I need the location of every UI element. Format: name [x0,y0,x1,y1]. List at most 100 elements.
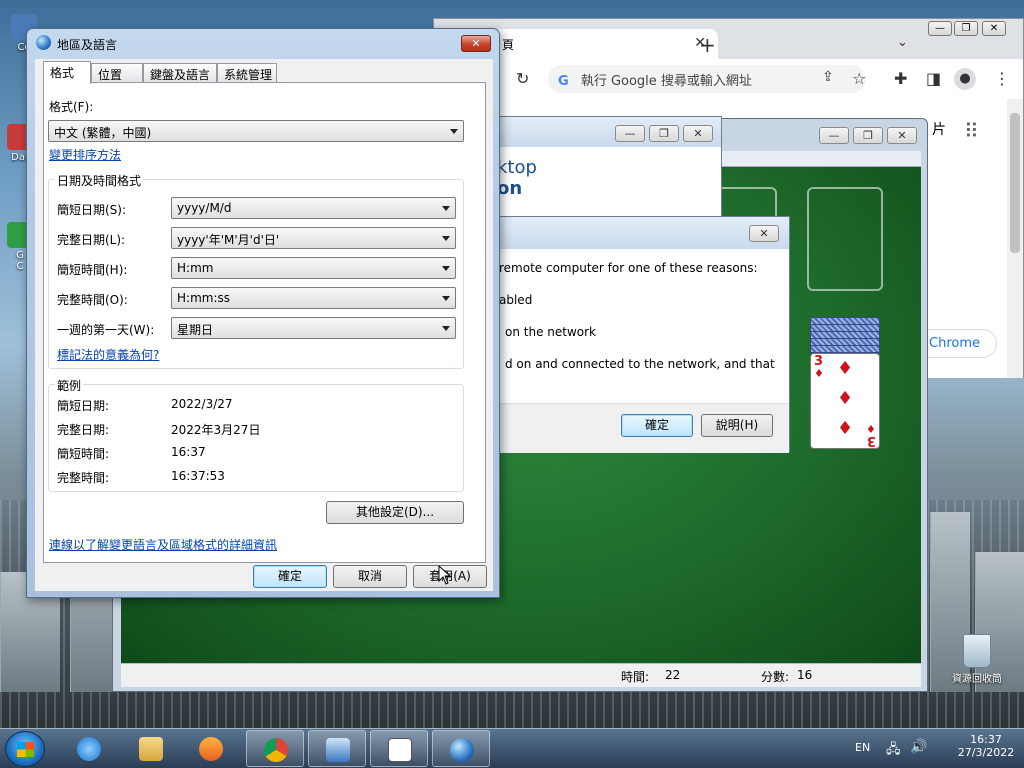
globe-icon [36,35,51,50]
folder-icon [139,737,163,761]
google-g-icon: G [558,74,569,89]
foundation-slot[interactable] [807,187,883,291]
chrome-toolbar: ↻ G 執行 Google 搜尋或輸入網址 ⇪ ☆ ✚ ◨ ● ⋮ [434,59,1023,99]
score-value: 16 [797,668,813,682]
example-value: 16:37:53 [171,469,225,483]
profile-avatar-icon[interactable]: ● [954,68,976,90]
notation-meaning-link[interactable]: 標記法的意義為何? [57,346,159,363]
solitaire-close-button[interactable]: ✕ [887,127,917,144]
network-icon[interactable]: 🖧 [886,740,901,762]
long-time-dropdown[interactable]: H:mm:ss [171,287,456,309]
solitaire-maximize-button[interactable]: ❐ [853,127,883,144]
taskbar-internet-explorer[interactable] [60,730,118,767]
recycle-bin-icon [963,634,991,668]
clock-time: 16:37 [970,733,1002,746]
dialog-title: 地區及語言 [57,38,118,52]
diamond-pip-icon: ♦ [837,358,854,379]
first-day-label: 一週的第一天(W): [57,323,155,337]
tab-administrative[interactable]: 系統管理 [217,63,277,83]
desktop-icon-recycle-bin[interactable]: 資源回收筒 [944,634,1010,685]
examples-group-title: 範例 [55,377,84,394]
windows-logo-icon [17,742,34,757]
reload-icon[interactable]: ↻ [516,69,529,88]
chevron-down-icon [442,236,450,241]
formats-panel: 格式(F): 中文 (繁體，中國) 變更排序方法 日期及時間格式 簡短日期(S)… [43,82,486,563]
solitaire-icon [388,738,412,762]
taskbar-remote-desktop[interactable] [308,730,366,767]
taskbar-chrome[interactable] [246,730,304,767]
card-suit: ♦ [814,367,824,380]
card-back [810,345,880,353]
chevron-down-icon [442,326,450,331]
rdp-dialog-close-button[interactable]: ✕ [749,225,779,242]
taskbar-region-language[interactable] [432,730,490,767]
rdp-banner: ktop on [497,157,537,199]
tab-location[interactable]: 位置 [91,63,143,83]
examples-group: 範例 簡短日期: 2022/3/27 完整日期: 2022年3月27日 簡短時間… [48,377,464,492]
card-suit-rotated: ♦ [866,422,876,435]
chrome-close-button[interactable]: ✕ [982,21,1006,36]
address-bar[interactable]: G 執行 Google 搜尋或輸入網址 [548,65,866,93]
volume-icon[interactable]: 🔊 [910,739,927,755]
taskbar-media-player[interactable] [182,730,240,767]
datetime-group-title: 日期及時間格式 [55,172,144,189]
start-button[interactable] [5,731,45,767]
extensions-puzzle-icon[interactable]: ✚ [894,69,907,88]
taskbar-solitaire[interactable] [370,730,428,767]
rdp-close-button[interactable]: ✕ [683,125,713,142]
rdp-message-line: remote computer for one of these reasons… [499,261,758,275]
tab-search-chevron-icon[interactable]: ⌄ [897,35,908,50]
new-tab-icon[interactable]: + [699,33,716,57]
first-day-dropdown[interactable]: 星期日 [171,317,456,339]
taskbar-file-explorer[interactable] [122,730,180,767]
diamond-pip-icon: ♦ [837,388,854,409]
rdp-message-line: d on and connected to the network, and t… [505,357,775,371]
bookmark-star-icon[interactable]: ☆ [852,69,866,88]
region-language-dialog: 地區及語言 ✕ 格式 位置 鍵盤及語言 系統管理 格式(F): 中文 (繁體，中… [26,28,500,598]
playing-card-three-of-diamonds[interactable]: 3 ♦ ♦ ♦ ♦ 3 ♦ [810,353,880,449]
short-time-dropdown[interactable]: H:mm [171,257,456,279]
long-date-dropdown[interactable]: yyyy'年'M'月'd'日' [171,227,456,249]
score-label: 分數: [761,670,790,684]
media-player-icon [199,737,223,761]
chrome-minimize-button[interactable]: — [928,21,952,36]
remote-desktop-error-dialog: ✕ remote computer for one of these reaso… [486,216,790,453]
rdp-ok-button[interactable]: 確定 [621,414,693,437]
online-info-link[interactable]: 連線以了解變更語言及區域格式的詳細資訊 [49,536,277,553]
additional-settings-button[interactable]: 其他設定(D)... [326,501,464,524]
time-value: 22 [665,668,681,682]
tab-keyboards-languages[interactable]: 鍵盤及語言 [143,63,217,83]
internet-explorer-icon [77,737,101,761]
short-date-dropdown[interactable]: yyyy/M/d [171,197,456,219]
example-label: 簡短時間: [57,447,110,461]
ok-button[interactable]: 確定 [253,565,327,588]
rdp-maximize-button[interactable]: ❐ [649,125,679,142]
clock[interactable]: 16:37 27/3/2022 [956,733,1016,759]
format-dropdown[interactable]: 中文 (繁體，中國) [48,120,464,142]
chevron-down-icon [442,266,450,271]
share-icon[interactable]: ⇪ [822,69,834,85]
short-time-label: 簡短時間(H): [57,263,128,277]
cancel-button[interactable]: 取消 [333,565,407,588]
chrome-maximize-button[interactable]: ❐ [954,21,978,36]
diamond-pip-icon: ♦ [837,418,854,439]
side-panel-icon[interactable]: ◨ [926,69,941,88]
time-label: 時間: [621,670,650,684]
chrome-scrollbar[interactable] [1007,99,1023,378]
chrome-tab-new-tab[interactable]: 頁 ✕ [490,29,718,59]
tab-title: 頁 [502,38,515,52]
rdp-help-button[interactable]: 說明(H) [701,414,773,437]
remote-desktop-window: — ❐ ✕ ktop on [472,116,722,226]
rdp-minimize-button[interactable]: — [615,125,645,142]
change-sort-link[interactable]: 變更排序方法 [49,146,121,163]
dialog-body: 格式 位置 鍵盤及語言 系統管理 格式(F): 中文 (繁體，中國) 變更排序方… [35,59,493,591]
tab-formats[interactable]: 格式 [43,61,91,84]
globe-icon [450,738,474,762]
apps-grid-icon[interactable]: ⠿ [964,119,979,143]
solitaire-minimize-button[interactable]: — [819,127,849,144]
input-language-indicator[interactable]: EN [855,741,870,754]
rdp-message-line: on the network [505,325,597,339]
dialog-close-button[interactable]: ✕ [461,35,491,52]
chevron-down-icon [450,129,458,134]
chrome-menu-icon[interactable]: ⋮ [994,69,1010,88]
